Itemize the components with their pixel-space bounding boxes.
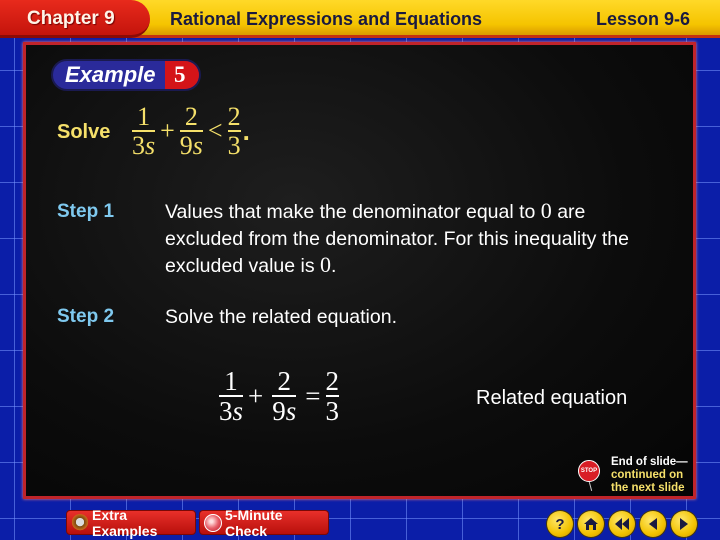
lesson-label: Lesson 9-6 <box>596 9 691 29</box>
end-note-line-1: End of slide— <box>611 456 688 468</box>
first-slide-button[interactable] <box>609 511 635 537</box>
stop-sign-icon: STOP <box>578 460 600 482</box>
previous-icon <box>649 518 657 530</box>
step-2-label: Step 2 <box>57 306 115 327</box>
related-equation: 1 3s + 2 9s = 2 3 <box>217 367 341 425</box>
fraction-2-over-9s: 2 9s <box>272 366 297 426</box>
example-badge: Example 5 <box>51 59 201 91</box>
step-2-text: Solve the related equation. <box>165 306 398 328</box>
chapter-title: Rational Expressions and Equations <box>170 9 483 29</box>
fraction-2-over-9s: 2 9s <box>179 102 203 160</box>
five-minute-check-label: 5-Minute Check <box>225 506 283 539</box>
home-icon <box>584 518 598 530</box>
header-bar: Chapter 9 Rational Expressions and Equat… <box>0 0 720 38</box>
inequality-expression: 1 3s + 2 9s < 2 3 . <box>130 103 250 159</box>
help-button[interactable]: ? <box>547 511 573 537</box>
computer-icon <box>71 513 89 532</box>
rewind-icon <box>615 518 629 530</box>
equals-sign: = <box>305 380 321 411</box>
end-of-slide-note: STOP End of slide— continued on the next… <box>578 455 698 497</box>
example-number-box: 5 <box>165 61 199 89</box>
extra-examples-label: Extra Examples <box>92 506 158 539</box>
check-flag-icon <box>204 513 222 532</box>
step-1-label: Step 1 <box>57 201 115 222</box>
previous-slide-button[interactable] <box>640 511 666 537</box>
end-note-line-2: continued on <box>611 469 684 481</box>
period: . <box>242 115 250 146</box>
less-than-sign: < <box>207 116 223 146</box>
home-button[interactable] <box>578 511 604 537</box>
example-number: 5 <box>174 62 186 87</box>
stop-sign-post <box>588 482 593 491</box>
fraction-1-over-3s: 1 3s <box>132 102 156 160</box>
question-mark-icon: ? <box>555 515 565 533</box>
next-icon <box>680 518 688 530</box>
five-minute-check-button[interactable]: 5-Minute Check <box>199 507 329 539</box>
fraction-2-over-3: 2 3 <box>227 102 241 160</box>
chapter-tab: Chapter 9 <box>0 0 150 38</box>
step-1-text: Values that make the denominator equal t… <box>165 198 629 277</box>
fraction-1-over-3s: 1 3s <box>219 366 244 426</box>
extra-examples-button[interactable]: Extra Examples <box>66 507 196 539</box>
fraction-2-over-3: 2 3 <box>325 366 339 426</box>
related-equation-caption: Related equation <box>476 387 628 409</box>
chapter-label: Chapter 9 <box>27 8 115 29</box>
plus-sign: + <box>248 380 264 411</box>
end-note-line-3: the next slide <box>611 482 685 494</box>
solve-label: Solve <box>57 121 111 143</box>
next-slide-button[interactable] <box>671 511 697 537</box>
plus-sign: + <box>160 116 175 146</box>
example-label: Example <box>65 62 156 87</box>
